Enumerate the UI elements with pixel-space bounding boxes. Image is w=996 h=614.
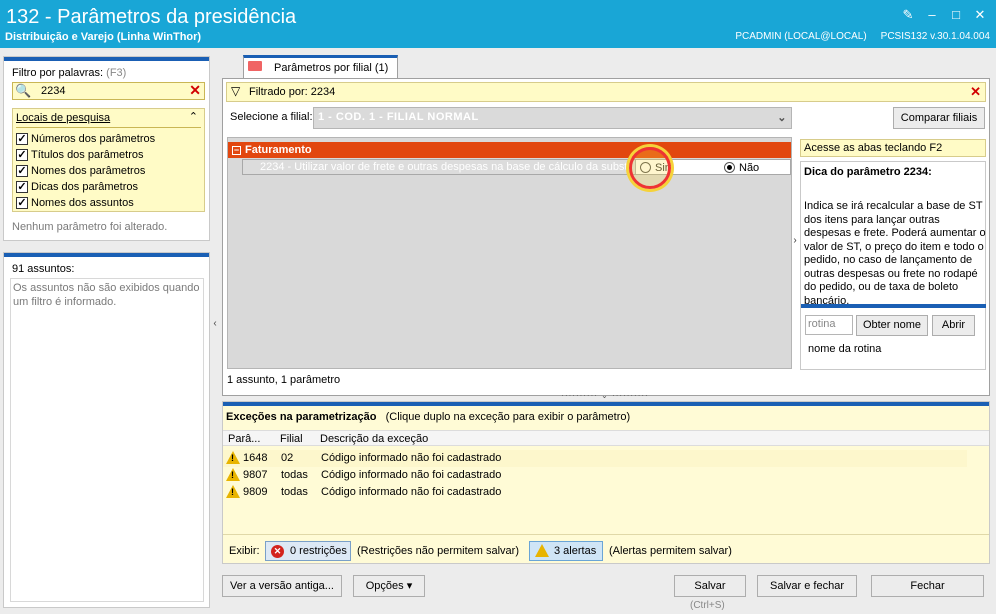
- location-option[interactable]: ✓ Números dos parâmetros: [16, 131, 155, 147]
- divider: [16, 127, 201, 128]
- tip-title: Dica do parâmetro 2234:: [804, 166, 932, 178]
- funnel-icon: ▽: [231, 84, 241, 98]
- filial-label: Selecione a filial:: [230, 111, 313, 123]
- save-shortcut: (Ctrl+S): [690, 600, 725, 611]
- save-button[interactable]: Salvar: [674, 575, 746, 597]
- nao-label[interactable]: Não: [739, 161, 759, 174]
- checkbox[interactable]: ✓: [16, 181, 28, 193]
- divider: [801, 304, 986, 308]
- filter-indicator: ▽ Filtrado por: 2234 ✕: [226, 82, 986, 102]
- warning-icon: [226, 485, 240, 498]
- version-label: PCSIS132 v.30.1.04.004: [880, 31, 990, 42]
- rotina-name: nome da rotina: [808, 343, 882, 355]
- exibir-label: Exibir:: [229, 545, 260, 557]
- window-controls: ✎ – □ ✕: [898, 6, 990, 24]
- main-panel: ▽ Filtrado por: 2234 ✕ Selecione a filia…: [222, 78, 990, 396]
- result-counts: 1 assunto, 1 parâmetro: [227, 374, 341, 386]
- parameter-description: 2234 - Utilizar valor de frete e outras …: [260, 161, 630, 173]
- close-icon[interactable]: ✕: [970, 6, 990, 24]
- old-version-button[interactable]: Ver a versão antiga...: [222, 575, 342, 597]
- col-filial[interactable]: Filial: [280, 433, 303, 445]
- collapse-icon[interactable]: ⌃: [189, 110, 198, 123]
- search-locations: Locais de pesquisa ⌃ ✓ Números dos parâme…: [12, 108, 205, 212]
- filial-select[interactable]: 1 - COD. 1 - FILIAL NORMAL ⌄: [313, 107, 792, 129]
- tab-label: Parâmetros por filial (1): [274, 62, 389, 74]
- checkbox[interactable]: ✓: [16, 149, 28, 161]
- app-title: 132 - Parâmetros da presidência: [6, 6, 297, 28]
- panel-accent: [4, 253, 209, 257]
- exception-row[interactable]: 1648 02 Código informado não foi cadastr…: [223, 450, 967, 467]
- exceptions-header: Parâ... Filial Descrição da exceção: [223, 430, 989, 446]
- changes-status: Nenhum parâmetro foi alterado.: [12, 221, 168, 233]
- tab-parametros-filial[interactable]: Parâmetros por filial (1): [243, 55, 398, 78]
- filter-label: Filtro por palavras: (F3): [12, 67, 127, 79]
- checkbox[interactable]: ✓: [16, 133, 28, 145]
- divider: [223, 534, 989, 535]
- chevron-down-icon: ⌄: [777, 112, 787, 124]
- subjects-list[interactable]: Os assuntos não são exibidos quando um f…: [10, 278, 204, 602]
- tabs-shortcut-hint: Acesse as abas teclando F2: [800, 139, 986, 157]
- checkbox[interactable]: ✓: [16, 165, 28, 177]
- error-icon: ✕: [271, 545, 284, 558]
- panel-accent: [223, 402, 989, 406]
- tip-panel: Dica do parâmetro 2234: Indica se irá re…: [800, 161, 986, 370]
- search-value: 2234: [41, 85, 66, 97]
- group-header[interactable]: − Faturamento: [228, 142, 791, 158]
- click-highlight: [629, 147, 671, 189]
- compare-filiais-button[interactable]: Comparar filiais: [893, 107, 985, 129]
- status-info: PCADMIN (LOCAL@LOCAL) PCSIS132 v.30.1.04…: [735, 31, 990, 42]
- edit-icon[interactable]: ✎: [898, 6, 918, 24]
- parameters-grid: − Faturamento 2234 - Utilizar valor de f…: [227, 137, 792, 369]
- filter-panel: Filtro por palavras: (F3) 🔍 2234 ✕ Locai…: [3, 56, 210, 241]
- search-input[interactable]: 🔍 2234 ✕: [12, 82, 205, 100]
- save-close-button[interactable]: Salvar e fechar: [757, 575, 857, 597]
- collapse-sidebar-icon[interactable]: ‹: [211, 318, 219, 348]
- alerts-note: (Alertas permitem salvar): [609, 545, 732, 557]
- location-option[interactable]: ✓ Títulos dos parâmetros: [16, 147, 144, 163]
- exceptions-panel: Exceções na parametrização (Clique duplo…: [222, 401, 990, 564]
- warning-icon: [226, 451, 240, 464]
- warning-icon: [226, 468, 240, 481]
- col-param[interactable]: Parâ...: [228, 433, 260, 445]
- location-option[interactable]: ✓ Nomes dos assuntos: [16, 195, 134, 211]
- restrictions-note: (Restrições não permitem salvar): [357, 545, 519, 557]
- panel-accent: [4, 57, 209, 61]
- obter-nome-button[interactable]: Obter nome: [856, 315, 928, 336]
- clear-filter-icon[interactable]: ✕: [970, 84, 981, 100]
- options-button[interactable]: Opções ▾: [353, 575, 425, 597]
- location-option[interactable]: ✓ Dicas dos parâmetros: [16, 179, 138, 195]
- app-subtitle: Distribuição e Varejo (Linha WinThor): [5, 31, 202, 43]
- radio-nao[interactable]: [724, 162, 735, 173]
- folder-icon: [248, 61, 262, 71]
- clear-search-icon[interactable]: ✕: [189, 82, 201, 99]
- tip-text: Indica se irá recalcular a base de ST do…: [804, 200, 986, 307]
- collapse-group-icon[interactable]: −: [232, 146, 241, 155]
- abrir-button[interactable]: Abrir: [932, 315, 975, 336]
- exception-row[interactable]: 9809 todas Código informado não foi cada…: [223, 484, 967, 501]
- maximize-icon[interactable]: □: [946, 6, 966, 24]
- subjects-panel: 91 assuntos: Os assuntos não são exibido…: [3, 252, 210, 608]
- parameter-row[interactable]: 2234 - Utilizar valor de frete e outras …: [242, 159, 791, 175]
- close-button[interactable]: Fechar: [871, 575, 984, 597]
- subjects-count: 91 assuntos:: [12, 263, 75, 275]
- col-description[interactable]: Descrição da exceção: [320, 433, 428, 445]
- horizontal-splitter[interactable]: ·········· ⌄ ··········: [490, 392, 720, 400]
- user-label: PCADMIN (LOCAL@LOCAL): [735, 31, 867, 42]
- checkbox[interactable]: ✓: [16, 197, 28, 209]
- exceptions-title: Exceções na parametrização (Clique duplo…: [226, 411, 631, 423]
- filter-text: Filtrado por: 2234: [249, 86, 336, 98]
- search-icon: 🔍: [15, 83, 32, 98]
- title-bar: 132 - Parâmetros da presidência Distribu…: [0, 0, 996, 48]
- expand-icon[interactable]: ›: [791, 221, 799, 261]
- location-option[interactable]: ✓ Nomes dos parâmetros: [16, 163, 145, 179]
- locations-title[interactable]: Locais de pesquisa: [16, 112, 110, 124]
- minimize-icon[interactable]: –: [922, 6, 942, 24]
- warning-icon: [535, 544, 549, 557]
- alerts-toggle[interactable]: 3 alertas: [529, 541, 603, 561]
- restrictions-toggle[interactable]: ✕ 0 restrições: [265, 541, 351, 561]
- exception-row[interactable]: 9807 todas Código informado não foi cada…: [223, 467, 967, 484]
- rotina-input[interactable]: rotina: [805, 315, 853, 335]
